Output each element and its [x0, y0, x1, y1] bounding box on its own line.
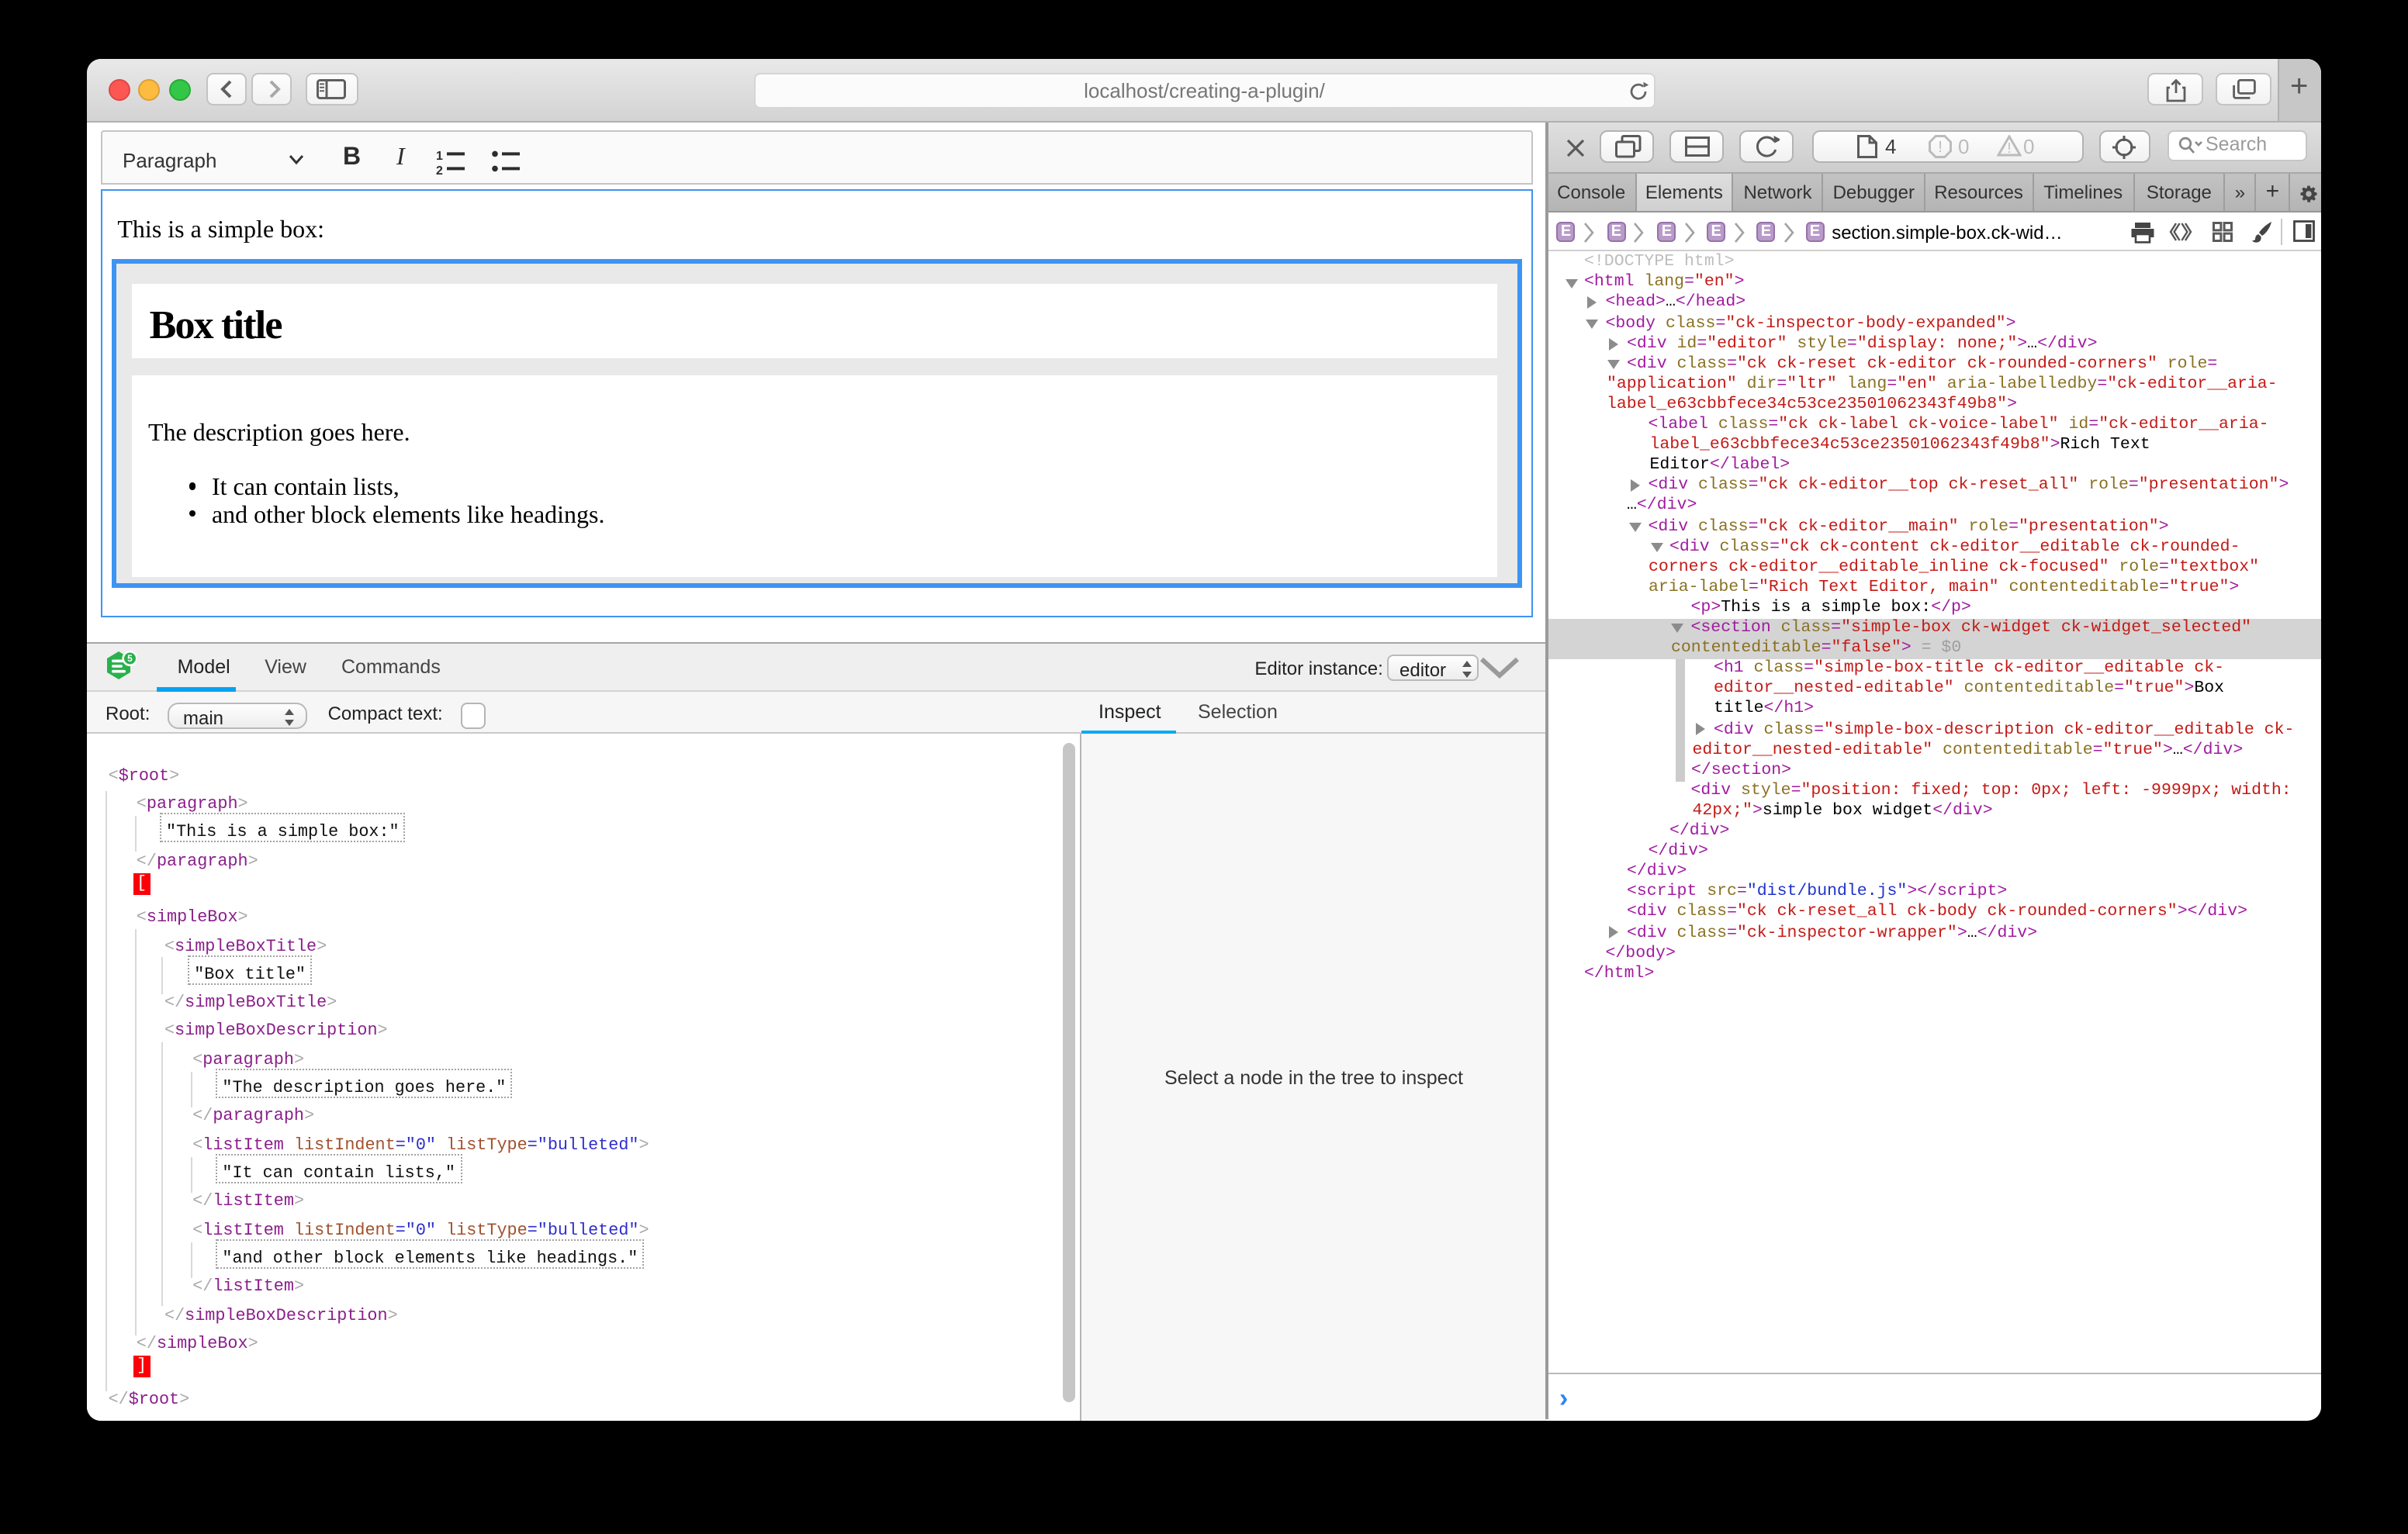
- svg-text:2: 2: [436, 164, 443, 174]
- svg-text:5: 5: [127, 654, 133, 665]
- svg-text:!: !: [2006, 140, 2010, 156]
- svg-text:1: 1: [436, 149, 443, 162]
- svg-text:!: !: [1938, 139, 1943, 156]
